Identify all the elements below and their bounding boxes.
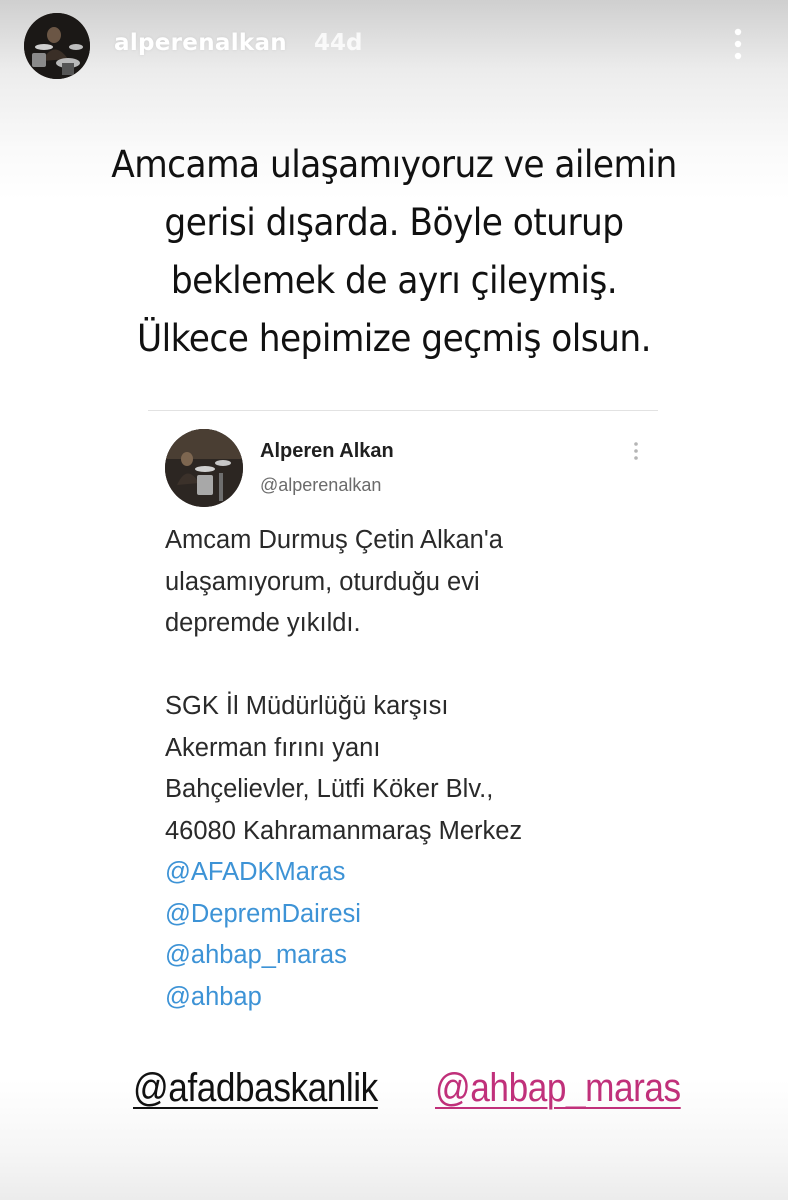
tweet-text: Amcam Durmuş Çetin Alkan'a ulaşamıyorum,… bbox=[165, 520, 645, 1018]
caption-line: gerisi dışarda. Böyle oturup bbox=[164, 201, 624, 244]
address-line: 46080 Kahramanmaraş Merkez bbox=[165, 816, 523, 845]
tweet-author-handle[interactable]: @alperenalkan bbox=[260, 475, 381, 496]
story-caption: Amcama ulaşamıyoruz ve ailemin gerisi dı… bbox=[60, 136, 728, 368]
mention-sticker-ahbap-maras[interactable]: @ahbap_maras bbox=[435, 1066, 681, 1111]
embedded-tweet[interactable]: Alperen Alkan @alperenalkan Amcam Durmuş… bbox=[148, 412, 658, 1052]
story-username[interactable]: alperenalkan bbox=[114, 30, 287, 56]
story-header: alperenalkan 44d bbox=[0, 0, 788, 90]
address-line: SGK İl Müdürlüğü karşısı bbox=[165, 692, 449, 720]
mention-link[interactable]: @ahbap bbox=[165, 977, 645, 1019]
mention-link[interactable]: @ahbap_maras bbox=[165, 935, 645, 977]
tweet-avatar-photo bbox=[165, 429, 243, 507]
caption-line: Amcama ulaşamıyoruz ve ailemin bbox=[111, 143, 677, 186]
caption-line: beklemek de ayrı çileymiş. bbox=[170, 259, 618, 302]
avatar-photo bbox=[24, 13, 90, 79]
story-view: alperenalkan 44d Amcama ulaşamıyoruz ve … bbox=[0, 0, 788, 1200]
address-line: Bahçelievler, Lütfi Köker Blv., bbox=[165, 775, 494, 803]
mention-link[interactable]: @DepremDairesi bbox=[165, 894, 645, 936]
profile-avatar[interactable] bbox=[24, 13, 90, 79]
tweet-top-divider bbox=[148, 410, 658, 411]
mention-sticker-afadbaskanlik[interactable]: @afadbaskanlik bbox=[133, 1066, 378, 1111]
story-timestamp: 44d bbox=[314, 30, 363, 56]
mention-link[interactable]: @AFADKMaras bbox=[165, 852, 645, 894]
address-line: Akerman fırını yanı bbox=[165, 733, 381, 762]
tweet-text-line: Amcam Durmuş Çetin Alkan'a bbox=[165, 526, 503, 554]
tweet-text-line: depremde yıkıldı. bbox=[165, 609, 361, 637]
tweet-text-line: ulaşamıyorum, oturduğu evi bbox=[165, 567, 480, 596]
more-vertical-icon[interactable] bbox=[728, 26, 748, 66]
caption-line: Ülkece hepimize geçmiş olsun. bbox=[136, 317, 652, 360]
tweet-author-name[interactable]: Alperen Alkan bbox=[260, 440, 394, 463]
tweet-author-avatar[interactable] bbox=[165, 429, 243, 507]
more-vertical-icon[interactable] bbox=[630, 440, 642, 464]
